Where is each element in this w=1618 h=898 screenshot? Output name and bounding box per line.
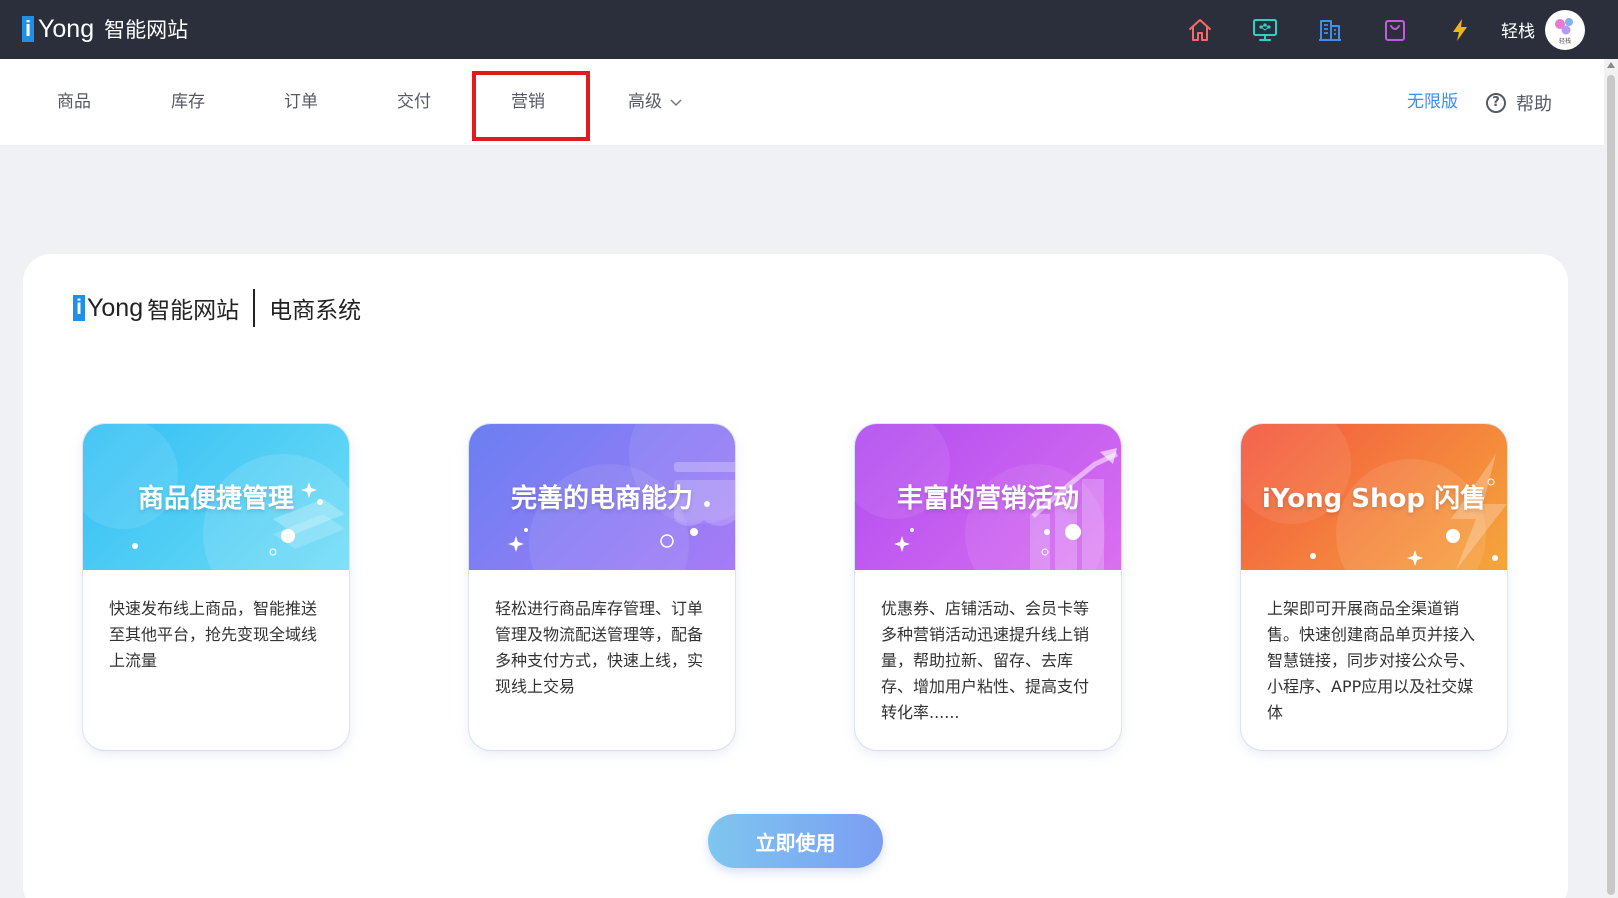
panel-brand-divider: [253, 289, 256, 327]
tab-inventory[interactable]: 库存: [160, 59, 216, 146]
page-scrollbar[interactable]: [1604, 59, 1618, 898]
tab-delivery[interactable]: 交付: [386, 59, 442, 146]
tab-orders[interactable]: 订单: [273, 59, 329, 146]
bag-icon[interactable]: [1377, 12, 1413, 48]
card-header: 丰富的营销活动: [855, 424, 1121, 570]
card-title: 完善的电商能力: [510, 484, 693, 514]
panel-brand-header: i Yong 智能网站 电商系统: [73, 288, 361, 328]
panel-system-label: 电商系统: [269, 298, 362, 324]
building-icon[interactable]: [1312, 12, 1348, 48]
tab-advanced-label: 高级: [628, 92, 662, 112]
help-link[interactable]: ? 帮助: [1486, 59, 1552, 146]
card-header: 完善的电商能力: [469, 424, 735, 570]
scroll-up-arrow-icon[interactable]: [1607, 62, 1615, 68]
use-now-button[interactable]: 立即使用: [708, 814, 883, 868]
feature-card-product-management: 商品便捷管理 快速发布线上商品，智能推送至其他平台，抢先变现全域线上流量: [83, 424, 349, 750]
tab-advanced[interactable]: 高级: [613, 59, 697, 146]
panel-logo-yong-text: Yong: [87, 293, 144, 322]
user-name[interactable]: 轻栈: [1501, 17, 1535, 42]
plan-link[interactable]: 无限版: [1407, 59, 1458, 146]
help-label: 帮助: [1516, 93, 1552, 115]
app-logo[interactable]: i Yong 智能网站: [22, 10, 188, 48]
feature-card-ecommerce-capability: 完善的电商能力 轻松进行商品库存管理、订单管理及物流配送管理等，配备多种支付方式…: [469, 424, 735, 750]
top-bar: i Yong 智能网站 轻栈 轻栈: [0, 0, 1618, 59]
feature-panel: i Yong 智能网站 电商系统 商品便捷管理 快速发布线上商品，智能推送至其他…: [23, 254, 1568, 898]
card-header: 商品便捷管理: [83, 424, 349, 570]
avatar[interactable]: 轻栈: [1545, 9, 1585, 50]
active-tab-highlight: [472, 71, 590, 141]
chevron-down-icon: [670, 98, 682, 106]
feature-card-flash-sale: iYong Shop 闪售 上架即可开展商品全渠道销售。快速创建商品单页并接入智…: [1241, 424, 1507, 750]
card-description: 上架即可开展商品全渠道销售。快速创建商品单页并接入智慧链接，同步对接公众号、小程…: [1267, 599, 1476, 722]
nav-bar: 商品 库存 订单 交付 营销 高级: [0, 59, 1604, 146]
logo-i-mark: i: [22, 16, 34, 42]
svg-text:轻栈: 轻栈: [1559, 37, 1571, 45]
card-description: 快速发布线上商品，智能推送至其他平台，抢先变现全域线上流量: [109, 599, 318, 670]
card-title: 丰富的营销活动: [896, 484, 1079, 514]
card-title: iYong Shop 闪售: [1261, 484, 1487, 514]
scroll-thumb[interactable]: [1607, 75, 1615, 895]
tab-products[interactable]: 商品: [46, 59, 102, 146]
avatar-logo-icon: 轻栈: [1555, 17, 1573, 45]
card-description: 优惠券、店铺活动、会员卡等多种营销活动迅速提升线上销量，帮助拉新、留存、去库存、…: [881, 599, 1090, 722]
logo-cn-text: 智能网站: [104, 18, 189, 42]
home-icon[interactable]: [1182, 12, 1218, 48]
feature-card-marketing-activities: 丰富的营销活动 优惠券、店铺活动、会员卡等多种营销活动迅速提升线上销量，帮助拉新…: [855, 424, 1121, 750]
help-icon: ?: [1486, 92, 1506, 113]
top-icon-group: 轻栈 轻栈: [1182, 0, 1618, 59]
card-header: iYong Shop 闪售: [1241, 424, 1507, 570]
logo-yong-text: Yong: [38, 14, 95, 43]
lightning-icon[interactable]: [1442, 12, 1478, 48]
monitor-icon[interactable]: [1247, 12, 1283, 48]
card-description: 轻松进行商品库存管理、订单管理及物流配送管理等，配备多种支付方式，快速上线，实现…: [495, 599, 704, 696]
panel-logo-i-mark: i: [73, 295, 85, 321]
panel-logo-cn-text: 智能网站: [147, 298, 240, 324]
card-title: 商品便捷管理: [137, 484, 294, 514]
